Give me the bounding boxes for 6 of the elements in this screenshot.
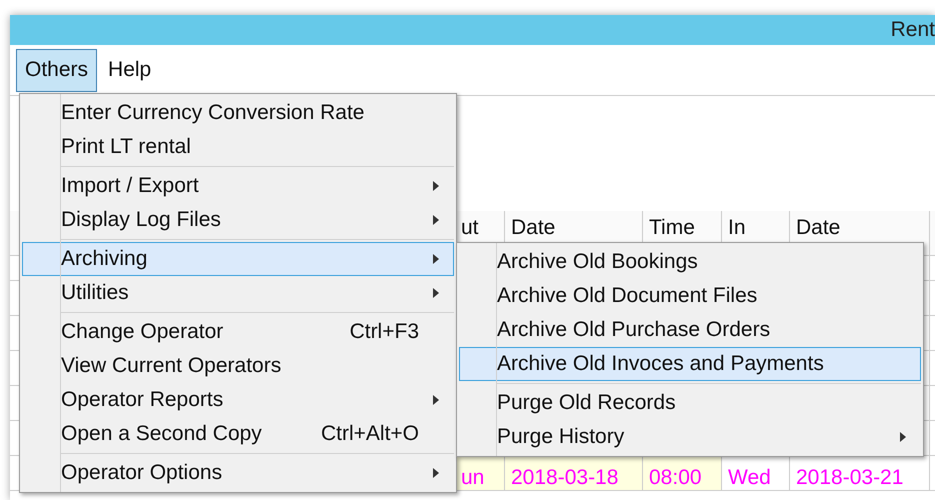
table-cell: 2018-03-18: [505, 456, 643, 491]
table-cell: 08:00: [643, 456, 722, 491]
table-cell: 2018-03-21: [790, 456, 930, 491]
table-cell: un: [455, 456, 505, 491]
window-title: Rent: [890, 18, 935, 42]
table-cell: Wed: [722, 456, 790, 491]
